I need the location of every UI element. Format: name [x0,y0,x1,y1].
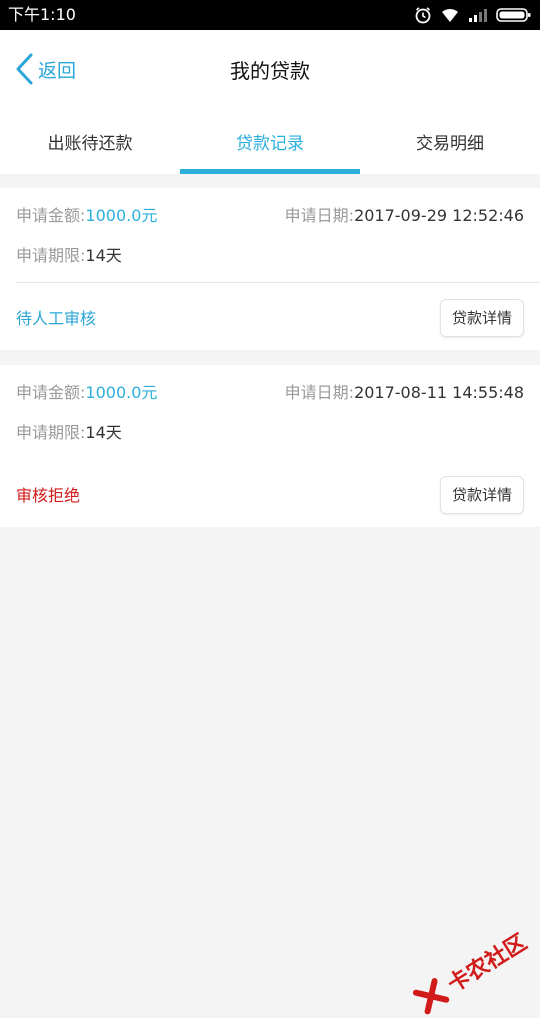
page-title: 我的贷款 [230,59,310,83]
term-value: 14天 [85,423,122,442]
date-label: 申请日期: [284,206,355,225]
record-row-term: 申请期限:14天 [16,421,524,445]
divider [16,282,540,283]
tab-loan-records[interactable]: 贷款记录 [180,108,360,174]
watermark: 卡农社区 [410,925,532,1018]
kanong-logo-icon [412,978,450,1015]
battery-icon [496,8,531,22]
term-value: 14天 [85,246,122,265]
status-icons [414,5,532,25]
record-row-amount-date: 申请金额:1000.0元 申请日期:2017-08-11 14:55:48 [16,381,524,405]
loan-record-card: 申请金额:1000.0元 申请日期:2017-08-11 14:55:48 申请… [0,365,540,527]
date-value: 2017-09-29 12:52:46 [354,206,524,225]
wifi-icon [442,8,458,22]
tab-transaction-details[interactable]: 交易明细 [360,108,540,174]
alarm-icon [415,7,431,24]
loan-details-button[interactable]: 贷款详情 [440,299,524,337]
term-label: 申请期限: [16,423,86,442]
amount-label: 申请金额: [16,206,86,225]
record-row-term: 申请期限:14天 [16,244,524,268]
date-label: 申请日期: [284,383,355,402]
date-value: 2017-08-11 14:55:48 [354,383,524,402]
status-time: 下午1:10 [8,5,76,24]
app-header: 返回 我的贷款 [0,30,540,108]
amount-value: 1000.0元 [85,206,158,225]
watermark-text: 卡农社区 [443,929,532,998]
record-row-amount-date: 申请金额:1000.0元 申请日期:2017-09-29 12:52:46 [16,204,524,228]
signal-icon [469,9,487,22]
tab-due-repayment[interactable]: 出账待还款 [0,108,180,174]
status-badge: 待人工审核 [16,309,97,328]
tab-bar: 出账待还款 贷款记录 交易明细 [0,108,540,174]
loan-details-button[interactable]: 贷款详情 [440,476,524,514]
term-label: 申请期限: [16,246,86,265]
status-bar: 下午1:10 [0,0,540,30]
status-badge: 审核拒绝 [16,486,81,505]
amount-label: 申请金额: [16,383,86,402]
amount-value: 1000.0元 [85,383,158,402]
loan-record-card: 申请金额:1000.0元 申请日期:2017-09-29 12:52:46 申请… [0,188,540,350]
